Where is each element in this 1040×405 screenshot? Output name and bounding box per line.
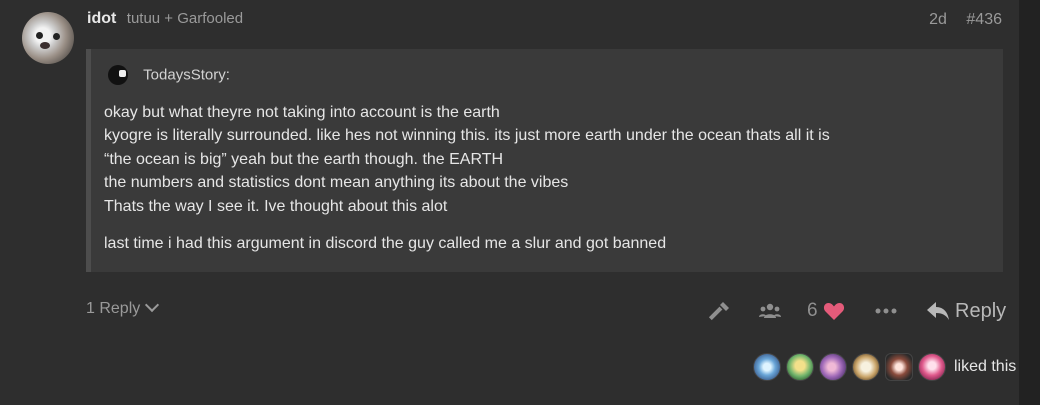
more-actions-button[interactable]: [875, 296, 897, 326]
quote-line: the numbers and statistics dont mean any…: [104, 174, 569, 192]
reply-arrow-icon: [927, 302, 949, 320]
post-age[interactable]: 2d: [929, 11, 947, 28]
quote-line: “the ocean is big” yeah but the earth th…: [104, 150, 504, 168]
wrench-icon: [708, 302, 729, 321]
full-name: tutuu + Garfooled: [126, 10, 244, 27]
users-icon: [759, 303, 781, 318]
liker-avatar[interactable]: [918, 353, 946, 381]
liker-avatar[interactable]: [786, 353, 814, 381]
post-meta: 2d #436: [929, 11, 1002, 29]
avatar-eye-icon: [36, 32, 43, 39]
heart-icon: [823, 303, 844, 320]
reply-button[interactable]: Reply: [927, 296, 1006, 326]
page-gutter: [1019, 0, 1040, 405]
quote-line: kyogre is literally surrounded. like hes…: [104, 127, 830, 145]
liked-this-label: liked this: [954, 358, 1017, 375]
quote-line: okay but what theyre not taking into acc…: [104, 104, 500, 121]
replies-toggle[interactable]: 1 Reply: [86, 297, 160, 318]
ellipsis-icon: [875, 308, 897, 314]
liker-avatar[interactable]: [852, 353, 880, 381]
post-author: idot tutuu + Garfooled: [87, 10, 243, 28]
avatar-eye-icon: [53, 33, 60, 40]
avatar-nose-icon: [40, 42, 50, 49]
who-liked-button[interactable]: [758, 296, 782, 326]
quote-author-avatar: [108, 65, 128, 85]
quote-header[interactable]: TodaysStory:: [108, 65, 230, 85]
reply-label: Reply: [955, 299, 1007, 322]
quote-block: TodaysStory: okay but what theyre not ta…: [86, 49, 1003, 272]
post-number[interactable]: #436: [966, 11, 1002, 28]
user-avatar[interactable]: [22, 12, 74, 64]
post-actions: 6 Reply: [700, 296, 1006, 326]
like-button[interactable]: 6: [807, 296, 845, 326]
admin-wrench-button[interactable]: [708, 296, 732, 326]
chevron-down-icon: [145, 297, 160, 313]
username-link[interactable]: idot: [87, 10, 116, 27]
quote-line: Thats the way I see it. Ive thought abou…: [104, 197, 448, 215]
quote-last-paragraph: last time i had this argument in discord…: [104, 235, 667, 252]
quote-text: okay but what theyre not taking into acc…: [104, 101, 830, 218]
quote-author: TodaysStory:: [143, 66, 230, 84]
likes-count: 6: [807, 300, 818, 321]
liker-avatar[interactable]: [819, 353, 847, 381]
liker-avatar[interactable]: [885, 353, 913, 381]
liker-avatar[interactable]: [753, 353, 781, 381]
liked-by-row: liked this: [753, 352, 1016, 382]
replies-label: 1 Reply: [86, 300, 141, 317]
